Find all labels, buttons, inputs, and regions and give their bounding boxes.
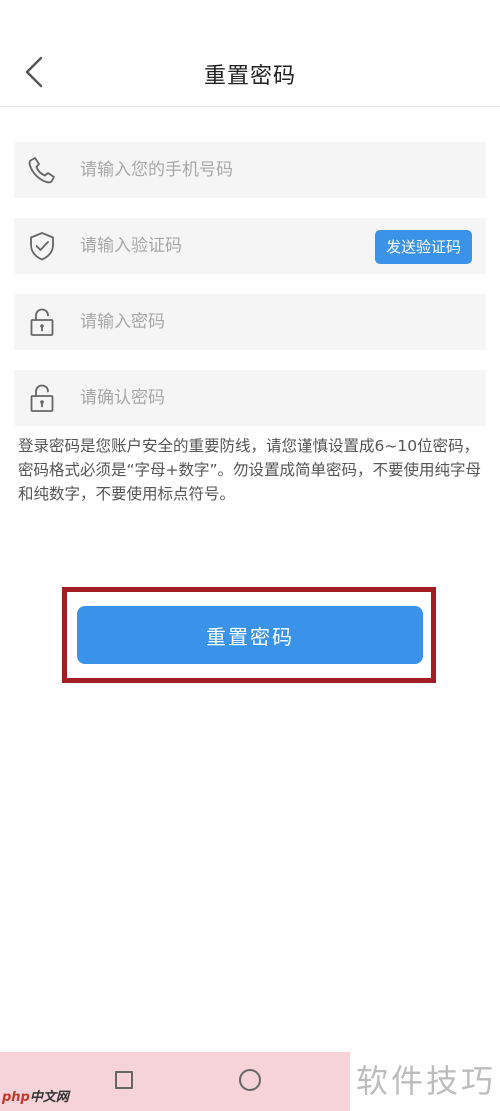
watermark-logo: php中文网 — [2, 1086, 69, 1105]
phone-field — [14, 142, 486, 198]
lock-icon — [26, 306, 58, 338]
shield-check-icon — [26, 230, 58, 262]
password-field — [14, 294, 486, 350]
watermark-text: 软件技巧 — [356, 1062, 497, 1100]
page-title: 重置密码 — [203, 64, 296, 89]
home-circle-icon[interactable] — [239, 1069, 261, 1091]
header-bar: 重置密码 — [0, 0, 500, 107]
confirm-password-field — [14, 370, 486, 426]
watermark-php: php — [2, 1090, 30, 1105]
verification-code-field: 发送验证码 — [14, 218, 486, 274]
phone-input[interactable] — [80, 142, 360, 198]
confirm-password-input[interactable] — [80, 370, 360, 426]
send-code-button[interactable]: 发送验证码 — [374, 230, 472, 264]
recents-square-icon[interactable] — [115, 1071, 133, 1089]
lock-icon — [26, 382, 58, 414]
verification-code-input[interactable] — [80, 218, 360, 274]
password-input[interactable] — [80, 294, 360, 350]
phone-icon — [26, 154, 58, 186]
password-notice: 登录密码是您账户安全的重要防线，请您谨慎设置成6~10位密码，密码格式必须是“字… — [18, 437, 482, 503]
reset-password-button[interactable]: 重置密码 — [77, 606, 423, 664]
watermark-logo-text: 中文网 — [29, 1090, 69, 1105]
